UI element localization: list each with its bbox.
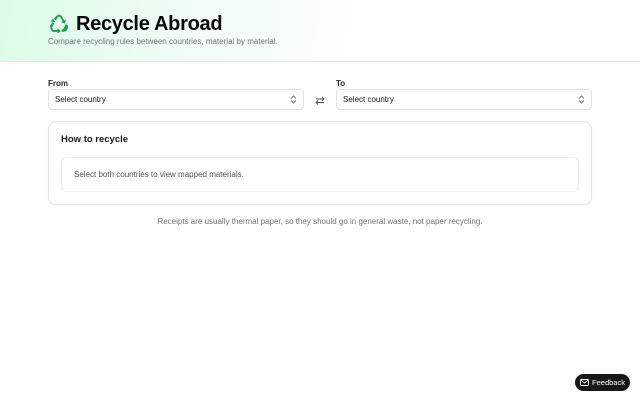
mail-icon <box>580 379 589 386</box>
from-country-value: Select country <box>55 95 106 104</box>
title-row: Recycle Abroad <box>48 12 223 36</box>
chevron-up-down-icon <box>578 95 585 104</box>
to-country-select[interactable]: Select country <box>336 89 592 110</box>
app-subtitle: Compare recycling rules between countrie… <box>48 37 278 46</box>
swap-countries-button[interactable] <box>312 92 328 108</box>
app-title: Recycle Abroad <box>76 13 223 35</box>
feedback-button[interactable]: Feedback <box>575 374 630 391</box>
empty-state: Select both countries to view mapped mat… <box>61 157 579 192</box>
to-label: To <box>336 79 346 88</box>
from-country-select[interactable]: Select country <box>48 89 304 110</box>
recycle-icon <box>50 14 68 34</box>
recycling-tip: Receipts are usually thermal paper, so t… <box>157 217 483 226</box>
feedback-label: Feedback <box>592 378 625 387</box>
swap-arrows-icon <box>315 96 325 105</box>
page-header: Recycle Abroad Compare recycling rules b… <box>0 0 640 62</box>
card-title: How to recycle <box>61 134 129 145</box>
from-label: From <box>48 79 68 88</box>
empty-state-message: Select both countries to view mapped mat… <box>74 170 244 179</box>
how-to-recycle-card: How to recycle Select both countries to … <box>48 121 592 205</box>
to-country-value: Select country <box>343 95 394 104</box>
chevron-up-down-icon <box>290 95 297 104</box>
